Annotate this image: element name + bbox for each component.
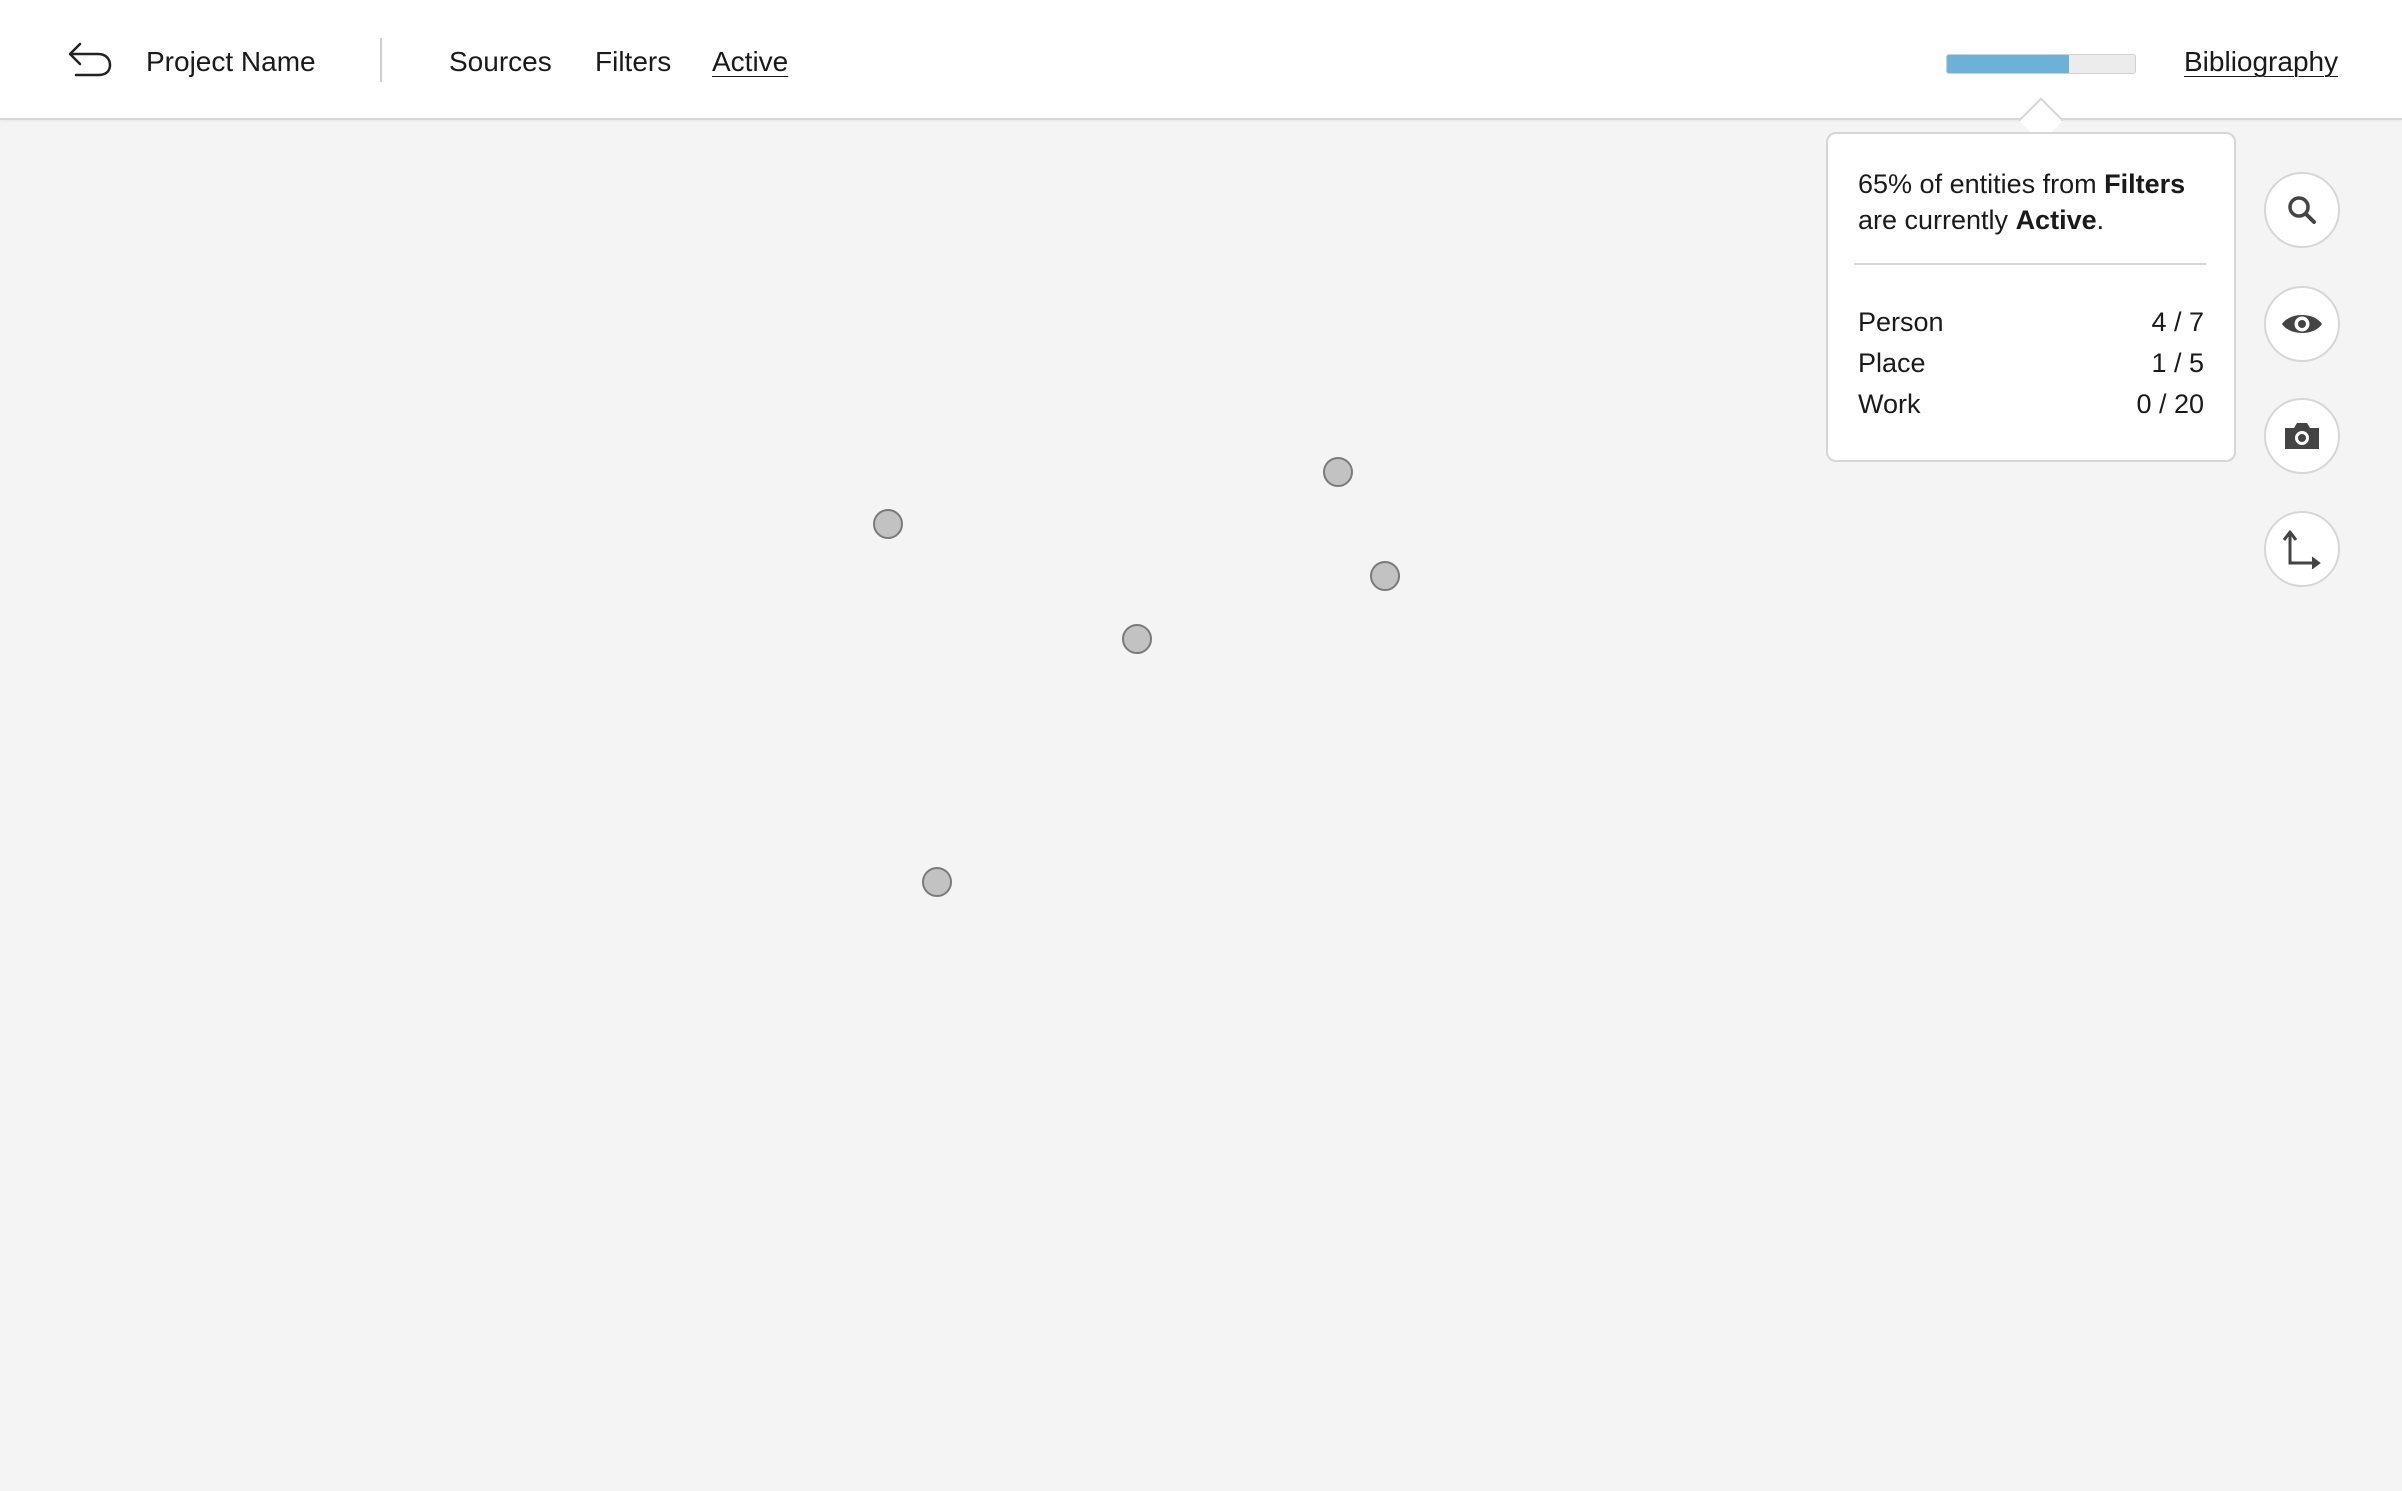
snapshot-button[interactable] [2264,398,2340,474]
axes-icon [2282,530,2321,570]
visibility-button[interactable] [2264,286,2340,362]
nav-sources[interactable]: Sources [449,44,552,80]
nav-filters[interactable]: Filters [595,44,671,80]
stat-row-place: Place 1 / 5 [1858,343,2204,384]
graph-node[interactable] [922,867,952,897]
nav-active[interactable]: Active [712,44,788,80]
summary-text-1: of entities from [1912,169,2105,199]
stat-label: Work [1858,389,1921,419]
stat-label: Place [1858,348,1926,378]
axes-button[interactable] [2264,511,2340,587]
camera-icon [2285,423,2319,449]
entity-stats: Person 4 / 7 Place 1 / 5 Work 0 / 20 [1858,302,2204,425]
undo-arrow-icon [68,42,112,77]
graph-node[interactable] [1323,457,1353,487]
stat-row-person: Person 4 / 7 [1858,302,2204,343]
stat-label: Person [1858,307,1944,337]
search-icon [2288,196,2316,224]
stat-value: 1 / 5 [2151,348,2204,378]
stat-value: 4 / 7 [2151,307,2204,337]
stat-row-work: Work 0 / 20 [1858,384,2204,425]
project-name[interactable]: Project Name [146,44,316,80]
search-button[interactable] [2264,172,2340,248]
summary-source: Filters [2104,169,2186,199]
bibliography-link[interactable]: Bibliography [2184,44,2338,80]
progress-fill [1947,55,2070,73]
back-button[interactable] [64,38,116,82]
active-ratio-progress-bar[interactable] [1946,54,2136,74]
graph-node[interactable] [1370,561,1400,591]
active-summary-popover: 65% of entities from Filters are current… [1826,132,2236,462]
graph-node[interactable] [1122,624,1152,654]
summary-text-2: are currently [1858,205,2016,235]
popover-summary: 65% of entities from Filters are current… [1858,166,2218,238]
summary-target: Active [2015,205,2097,235]
stat-value: 0 / 20 [2136,389,2204,419]
summary-percent: 65% [1858,169,1913,199]
popover-divider [1854,263,2206,265]
eye-icon [2282,315,2322,333]
summary-text-3: . [2096,205,2105,235]
graph-node[interactable] [873,509,903,539]
header-divider [380,38,382,82]
